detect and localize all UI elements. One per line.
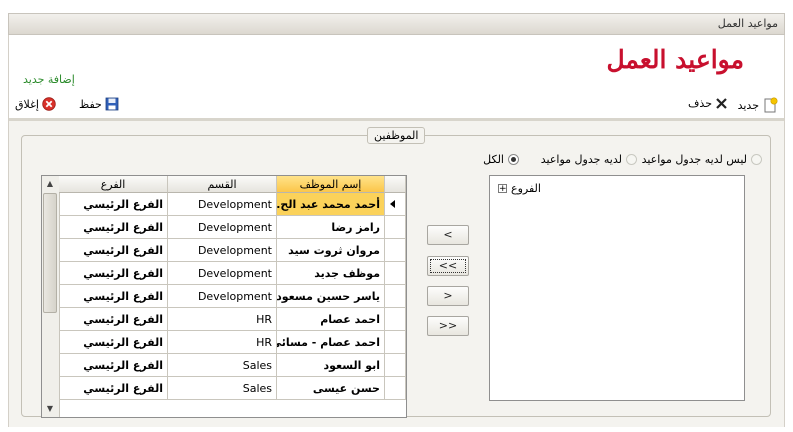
branches-tree[interactable]: + الفروع bbox=[489, 175, 745, 401]
cell-branch[interactable]: الفرع الرئيسي bbox=[59, 216, 168, 239]
new-button-label: جديد bbox=[737, 98, 759, 112]
filter-has-schedule[interactable]: لديه جدول مواعيد bbox=[541, 153, 637, 166]
filter-no-schedule-label: ليس لديه جدول مواعيد bbox=[641, 153, 747, 166]
delete-x-icon bbox=[716, 98, 727, 109]
delete-button-label: حذف bbox=[688, 97, 712, 110]
page-title: مواعيد العمل bbox=[606, 45, 744, 74]
cell-employee-name[interactable]: مروان ثروت سيد bbox=[277, 239, 385, 262]
cell-department[interactable]: Development bbox=[168, 262, 277, 285]
toolbar: جديد حذف حفظ إغلاق bbox=[9, 95, 784, 117]
close-button-label: إغلاق bbox=[15, 97, 39, 111]
cell-employee-name[interactable]: احمد عصام - مسائى bbox=[277, 331, 385, 354]
row-selector[interactable] bbox=[385, 331, 406, 354]
cell-branch[interactable]: الفرع الرئيسي bbox=[59, 262, 168, 285]
radio-checked-icon bbox=[508, 154, 519, 165]
cell-department[interactable]: Development bbox=[168, 239, 277, 262]
column-header-employee-name[interactable]: إسم الموظف bbox=[277, 176, 385, 193]
tree-node-branches[interactable]: + الفروع bbox=[498, 182, 541, 195]
new-button[interactable]: جديد bbox=[738, 97, 778, 113]
column-header-department[interactable]: القسم bbox=[168, 176, 277, 193]
column-header-branch[interactable]: الفرع bbox=[59, 176, 168, 193]
header-panel: مواعيد العمل مواعيد العمل إضافة جديد جدي… bbox=[9, 35, 784, 118]
cell-employee-name[interactable]: أحمد محمد عبد الح... bbox=[277, 193, 385, 216]
radio-unchecked-icon bbox=[626, 154, 637, 165]
cell-branch[interactable]: الفرع الرئيسي bbox=[59, 308, 168, 331]
close-button[interactable]: إغلاق bbox=[15, 97, 56, 111]
filter-has-schedule-label: لديه جدول مواعيد bbox=[540, 153, 622, 166]
cell-branch[interactable]: الفرع الرئيسي bbox=[59, 331, 168, 354]
row-selector[interactable] bbox=[385, 239, 406, 262]
close-circle-icon bbox=[42, 97, 56, 111]
cell-employee-name[interactable]: احمد عصام bbox=[277, 308, 385, 331]
cell-branch[interactable]: الفرع الرئيسي bbox=[59, 285, 168, 308]
row-selector[interactable] bbox=[385, 262, 406, 285]
move-all-left-button[interactable]: << bbox=[427, 256, 469, 276]
radio-unchecked-icon bbox=[751, 154, 762, 165]
cell-department[interactable]: Sales bbox=[168, 354, 277, 377]
row-selector[interactable] bbox=[385, 377, 406, 400]
cell-branch[interactable]: الفرع الرئيسي bbox=[59, 193, 168, 216]
window-titlebar: مواعيد العمل bbox=[8, 13, 785, 35]
cell-department[interactable]: Development bbox=[168, 216, 277, 239]
save-button[interactable]: حفظ bbox=[79, 97, 119, 111]
cell-department[interactable]: HR bbox=[168, 331, 277, 354]
floppy-disk-icon bbox=[105, 97, 119, 111]
cell-employee-name[interactable]: موظف جديد bbox=[277, 262, 385, 285]
header-separator bbox=[9, 118, 784, 121]
move-all-right-button[interactable]: >> bbox=[427, 316, 469, 336]
scroll-up-arrow-icon[interactable]: ▲ bbox=[42, 176, 58, 192]
cell-branch[interactable]: الفرع الرئيسي bbox=[59, 239, 168, 262]
cell-employee-name[interactable]: ابو السعود bbox=[277, 354, 385, 377]
cell-department[interactable]: Development bbox=[168, 193, 277, 216]
column-header-row-selector[interactable] bbox=[385, 176, 406, 193]
row-selector[interactable] bbox=[385, 354, 406, 377]
scroll-down-arrow-icon[interactable]: ▼ bbox=[42, 401, 58, 417]
move-one-right-button[interactable]: > bbox=[427, 286, 469, 306]
employees-group-title: الموظفين bbox=[367, 127, 426, 144]
row-selector[interactable] bbox=[385, 308, 406, 331]
filter-all-label: الكل bbox=[483, 153, 504, 166]
cell-employee-name[interactable]: رامز رضا bbox=[277, 216, 385, 239]
cell-department[interactable]: Sales bbox=[168, 377, 277, 400]
employees-grid[interactable]: ▲ ▼ الفرع القسم إسم الموظف الفرع الرئيسي… bbox=[41, 175, 407, 418]
cell-branch[interactable]: الفرع الرئيسي bbox=[59, 354, 168, 377]
cell-employee-name[interactable]: حسن عيسى bbox=[277, 377, 385, 400]
row-selector[interactable] bbox=[385, 193, 406, 216]
scroll-thumb[interactable] bbox=[43, 193, 57, 313]
expand-plus-icon[interactable]: + bbox=[498, 184, 507, 194]
current-row-arrow-icon bbox=[390, 200, 395, 208]
grid-vertical-scrollbar[interactable]: ▲ ▼ bbox=[42, 176, 60, 417]
tree-node-label: الفروع bbox=[511, 182, 541, 195]
new-document-icon bbox=[764, 97, 778, 113]
row-selector[interactable] bbox=[385, 285, 406, 308]
cell-branch[interactable]: الفرع الرئيسي bbox=[59, 377, 168, 400]
filter-all[interactable]: الكل bbox=[483, 153, 519, 166]
main-panel: مواعيد العمل مواعيد العمل إضافة جديد جدي… bbox=[8, 35, 785, 427]
cell-department[interactable]: HR bbox=[168, 308, 277, 331]
cell-employee-name[interactable]: ياسر حسين مسعود bbox=[277, 285, 385, 308]
cell-department[interactable]: Development bbox=[168, 285, 277, 308]
move-one-left-button[interactable]: < bbox=[427, 225, 469, 245]
window-title: مواعيد العمل bbox=[717, 17, 778, 30]
row-selector[interactable] bbox=[385, 216, 406, 239]
delete-button[interactable]: حذف bbox=[688, 97, 728, 110]
page-title-reflection: مواعيد العمل bbox=[606, 64, 744, 69]
filter-no-schedule[interactable]: ليس لديه جدول مواعيد bbox=[642, 153, 762, 166]
add-new-link[interactable]: إضافة جديد bbox=[23, 73, 75, 86]
save-button-label: حفظ bbox=[79, 97, 102, 111]
